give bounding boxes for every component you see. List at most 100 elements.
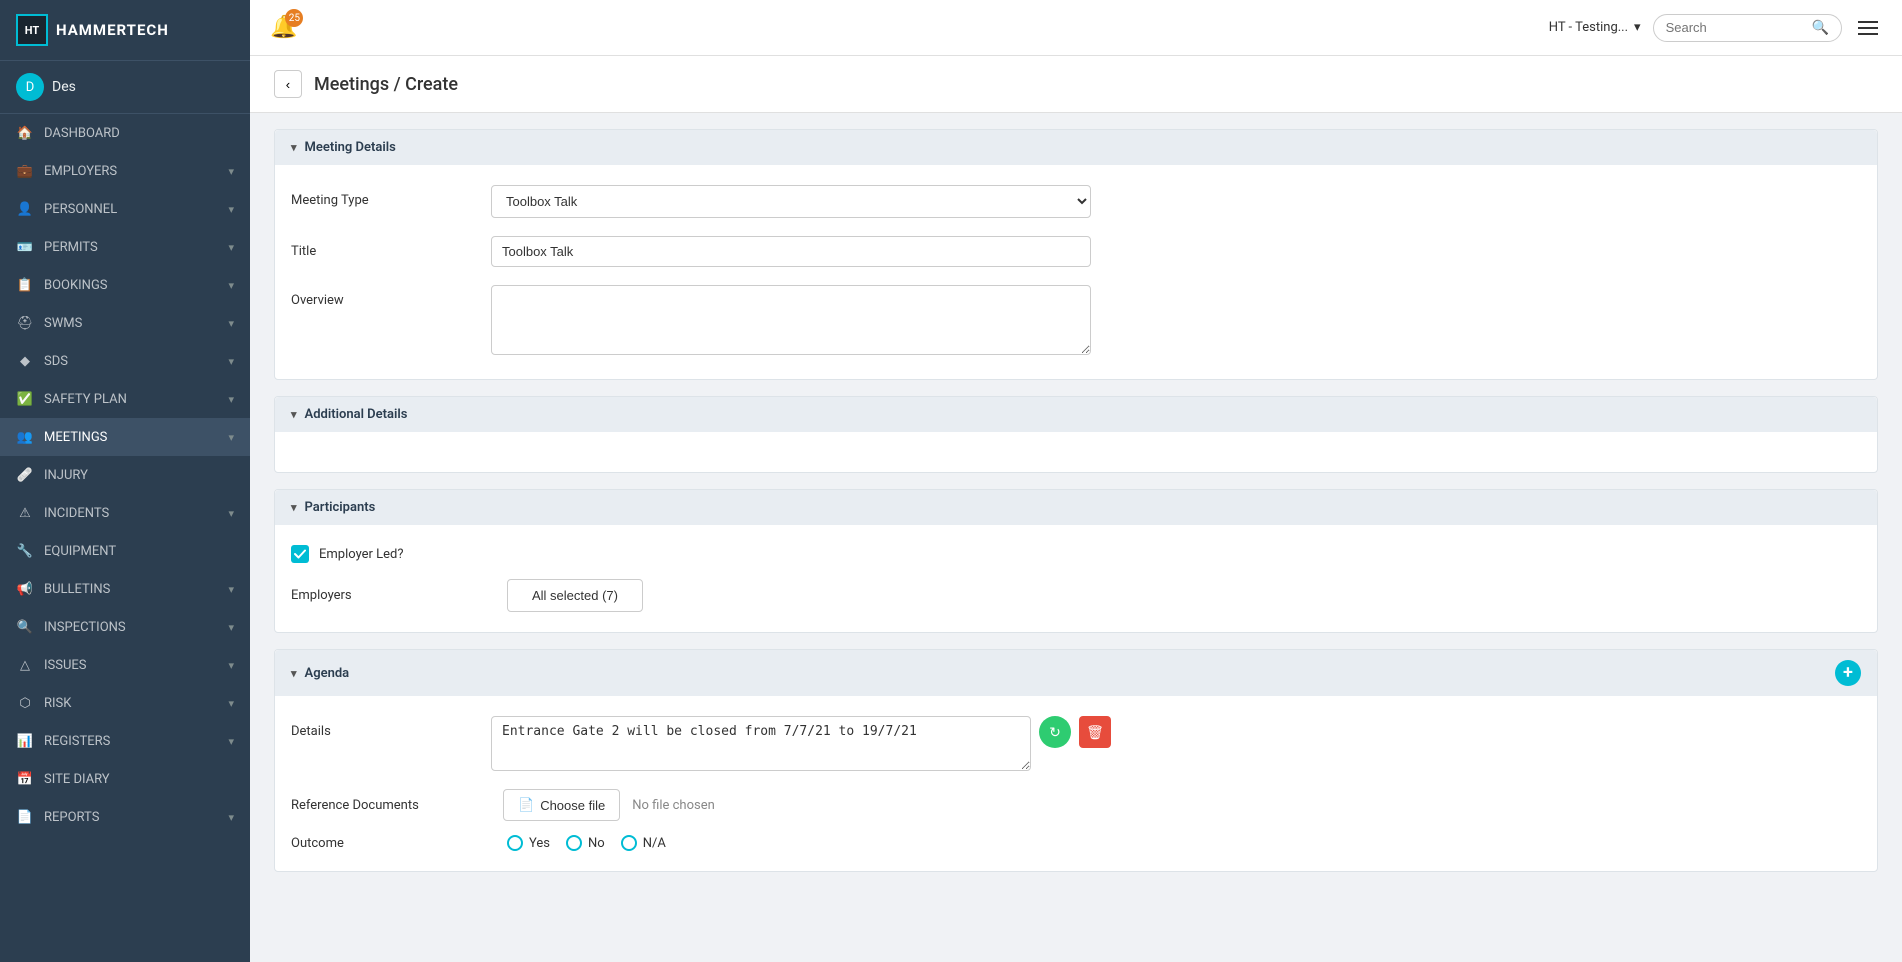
sidebar-item-dashboard[interactable]: 🏠DASHBOARD xyxy=(0,114,250,152)
sidebar-item-label: EQUIPMENT xyxy=(44,544,116,559)
sidebar-item-meetings[interactable]: 👥MEETINGS ▾ xyxy=(0,418,250,456)
personnel-icon: 👤 xyxy=(16,200,34,218)
refresh-icon: ↻ xyxy=(1049,724,1061,741)
sidebar-item-incidents[interactable]: ⚠INCIDENTS ▾ xyxy=(0,494,250,532)
sidebar-item-personnel[interactable]: 👤PERSONNEL ▾ xyxy=(0,190,250,228)
outcome-yes-option[interactable]: Yes xyxy=(507,835,550,851)
sidebar-item-risk[interactable]: ⬡RISK ▾ xyxy=(0,684,250,722)
search-input[interactable] xyxy=(1666,20,1806,35)
sidebar-item-safety-plan[interactable]: ✅SAFETY PLAN ▾ xyxy=(0,380,250,418)
employers-label: Employers xyxy=(291,588,491,603)
choose-file-label: Choose file xyxy=(540,798,605,813)
sidebar: HT HAMMERTECH D Des 🏠DASHBOARD 💼EMPLOYER… xyxy=(0,0,250,962)
refresh-button[interactable]: ↻ xyxy=(1039,716,1071,748)
site-diary-icon: 📅 xyxy=(16,770,34,788)
sidebar-item-label: REPORTS xyxy=(44,810,99,825)
meeting-type-row: Meeting Type Toolbox Talk Safety Meeting… xyxy=(291,185,1861,218)
sidebar-item-equipment[interactable]: 🔧 EQUIPMENT xyxy=(0,532,250,570)
meeting-type-select[interactable]: Toolbox Talk Safety Meeting General Meet… xyxy=(491,185,1091,218)
outcome-label: Outcome xyxy=(291,836,491,851)
issues-icon: △ xyxy=(16,656,34,674)
bulletins-icon: 📢 xyxy=(16,580,34,598)
workspace-name: HT - Testing... xyxy=(1549,20,1628,35)
sidebar-item-label: REGISTERS xyxy=(44,734,110,749)
sidebar-item-label: SAFETY PLAN xyxy=(44,392,127,407)
sidebar-item-label: SWMS xyxy=(44,316,82,331)
workspace-chevron-icon: ▾ xyxy=(1634,20,1641,35)
hamburger-menu-button[interactable] xyxy=(1854,17,1882,39)
back-button[interactable]: ‹ xyxy=(274,70,302,98)
employers-all-selected-button[interactable]: All selected (7) xyxy=(507,579,643,612)
sidebar-item-label: RISK xyxy=(44,696,71,711)
page-header: ‹ Meetings / Create xyxy=(250,56,1902,113)
sidebar-item-issues[interactable]: △ ISSUES ▾ xyxy=(0,646,250,684)
sidebar-item-label: BULLETINS xyxy=(44,582,110,597)
employer-led-checkbox[interactable] xyxy=(291,545,309,563)
add-agenda-button[interactable]: + xyxy=(1835,660,1861,686)
sidebar-item-label: EMPLOYERS xyxy=(44,164,117,179)
menu-line xyxy=(1858,27,1878,29)
sidebar-item-employers[interactable]: 💼EMPLOYERS ▾ xyxy=(0,152,250,190)
page-title: Meetings / Create xyxy=(314,74,458,95)
user-name: Des xyxy=(52,79,76,95)
sidebar-item-registers[interactable]: 📊REGISTERS ▾ xyxy=(0,722,250,760)
trash-icon: 🗑 xyxy=(1086,724,1104,741)
notification-badge: 25 xyxy=(285,9,303,27)
radio-circle-icon xyxy=(566,835,582,851)
choose-file-button[interactable]: 📄 Choose file xyxy=(503,789,620,821)
sidebar-item-reports[interactable]: 📄REPORTS ▾ xyxy=(0,798,250,836)
sidebar-item-permits[interactable]: 🪪PERMITS ▾ xyxy=(0,228,250,266)
search-box[interactable]: 🔍 xyxy=(1653,14,1842,42)
sidebar-item-injury[interactable]: 🩹INJURY xyxy=(0,456,250,494)
overview-textarea[interactable] xyxy=(491,285,1091,355)
reports-icon: 📄 xyxy=(16,808,34,826)
search-icon: 🔍 xyxy=(1812,20,1829,36)
topbar: 🔔 25 HT - Testing... ▾ 🔍 xyxy=(250,0,1902,56)
chevron-icon: ▾ xyxy=(228,393,234,406)
meeting-type-label: Meeting Type xyxy=(291,185,491,208)
details-label: Details xyxy=(291,716,491,739)
sidebar-item-site-diary[interactable]: 📅SITE DIARY xyxy=(0,760,250,798)
chevron-icon: ▾ xyxy=(228,697,234,710)
checkmark-icon xyxy=(294,549,306,559)
ref-docs-label: Reference Documents xyxy=(291,798,491,813)
radio-circle-icon xyxy=(621,835,637,851)
agenda-header[interactable]: ▾ Agenda + xyxy=(275,650,1877,696)
delete-button[interactable]: 🗑 xyxy=(1079,716,1111,748)
additional-details-header[interactable]: ▾ Additional Details xyxy=(275,397,1877,432)
chevron-icon: ▾ xyxy=(228,317,234,330)
meeting-details-header[interactable]: ▾ Meeting Details xyxy=(275,130,1877,165)
participants-header[interactable]: ▾ Participants xyxy=(275,490,1877,525)
user-avatar: D xyxy=(16,73,44,101)
sidebar-item-label: ISSUES xyxy=(44,658,87,673)
overview-label: Overview xyxy=(291,285,491,308)
equipment-icon: 🔧 xyxy=(16,542,34,560)
details-textarea[interactable]: Entrance Gate 2 will be closed from 7/7/… xyxy=(491,716,1031,771)
sidebar-user[interactable]: D Des xyxy=(0,61,250,114)
employer-led-row: Employer Led? xyxy=(291,545,1861,563)
sidebar-item-swms[interactable]: ⛑SWMS ▾ xyxy=(0,304,250,342)
meetings-icon: 👥 xyxy=(16,428,34,446)
chevron-icon: ▾ xyxy=(228,659,234,672)
sidebar-item-label: INCIDENTS xyxy=(44,506,109,521)
chevron-icon: ▾ xyxy=(228,241,234,254)
title-input[interactable] xyxy=(491,236,1091,267)
sidebar-nav: 🏠DASHBOARD 💼EMPLOYERS ▾ 👤 PERSONNEL ▾ 🪪PE… xyxy=(0,114,250,962)
sidebar-item-bulletins[interactable]: 📢 BULLETINS ▾ xyxy=(0,570,250,608)
outcome-no-option[interactable]: No xyxy=(566,835,605,851)
sidebar-item-label: MEETINGS xyxy=(44,430,107,445)
radio-circle-icon xyxy=(507,835,523,851)
chevron-icon: ▾ xyxy=(228,583,234,596)
sidebar-item-label: DASHBOARD xyxy=(44,126,120,141)
injury-icon: 🩹 xyxy=(16,466,34,484)
notification-button[interactable]: 🔔 25 xyxy=(270,15,297,40)
sidebar-item-sds[interactable]: ◆SDS ▾ xyxy=(0,342,250,380)
outcome-na-option[interactable]: N/A xyxy=(621,835,666,851)
participants-label: Participants xyxy=(305,500,376,515)
workspace-selector[interactable]: HT - Testing... ▾ xyxy=(1549,20,1641,35)
sidebar-item-bookings[interactable]: 📋BOOKINGS ▾ xyxy=(0,266,250,304)
section-chevron-icon: ▾ xyxy=(291,141,297,154)
sidebar-item-inspections[interactable]: 🔍INSPECTIONS ▾ xyxy=(0,608,250,646)
sidebar-item-label: PERSONNEL xyxy=(44,202,117,217)
section-chevron-icon: ▾ xyxy=(291,501,297,514)
